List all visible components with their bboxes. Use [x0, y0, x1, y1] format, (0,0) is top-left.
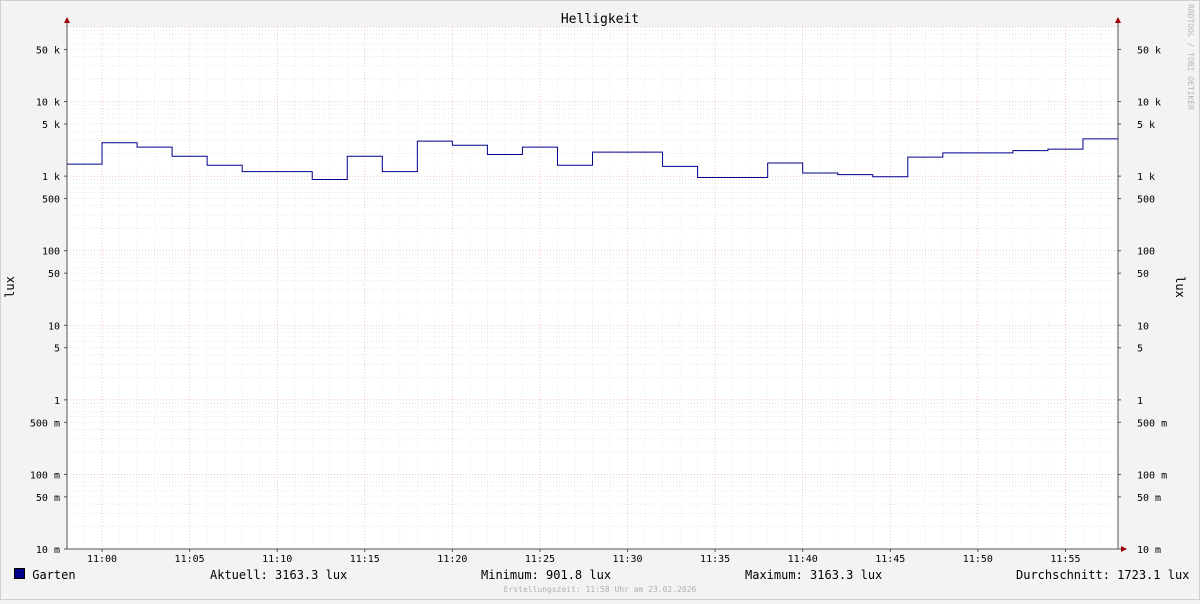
y-tick-label-right: 50 — [1137, 269, 1149, 280]
x-tick-label: 11:40 — [788, 554, 818, 565]
y-tick-label-right: 500 m — [1137, 418, 1167, 429]
legend-maximum: Maximum: 3163.3 lux — [745, 568, 883, 582]
x-tick-label: 11:10 — [262, 554, 292, 565]
legend-minimum: Minimum: 901.8 lux — [481, 568, 612, 582]
y-tick-label-right: 100 m — [1137, 470, 1167, 481]
x-tick-label: 11:25 — [525, 554, 555, 565]
y-tick-label-right: 5 k — [1137, 120, 1155, 131]
x-tick-label: 11:30 — [612, 554, 642, 565]
creation-time: Erstellungszeit: 11:58 Uhr am 23.02.2026 — [503, 585, 697, 594]
y-tick-label-right: 100 — [1137, 247, 1155, 258]
y-tick-label-left: 50 k — [36, 45, 60, 56]
y-tick-label-right: 500 — [1137, 195, 1155, 206]
x-tick-label: 11:50 — [963, 554, 993, 565]
y-tick-label-left: 10 k — [36, 98, 60, 109]
y-tick-label-left: 10 — [48, 321, 60, 332]
y-tick-label-right: 1 k — [1137, 172, 1155, 183]
y-tick-label-left: 10 m — [36, 545, 60, 556]
x-tick-label: 11:20 — [437, 554, 467, 565]
y-tick-label-right: 1 — [1137, 396, 1143, 407]
y-tick-label-left: 100 — [42, 247, 60, 258]
y-tick-label-left: 1 — [54, 396, 60, 407]
y-tick-label-left: 1 k — [42, 172, 60, 183]
y-tick-label-left: 100 m — [30, 470, 60, 481]
x-tick-label: 11:00 — [87, 554, 117, 565]
chart-panel: 50 k 50 k 10 k 10 k 5 k 5 k 1 k 1 k 500 500 100 100… — [0, 0, 1200, 600]
y-axis-label-right: lux — [1173, 276, 1187, 298]
y-tick-label-left: 500 m — [30, 418, 60, 429]
chart-title: Helligkeit — [561, 12, 639, 27]
y-axis-label-left: lux — [3, 276, 17, 298]
y-tick-label-left: 50 m — [36, 493, 60, 504]
y-tick-label-right: 10 m — [1137, 545, 1161, 556]
legend-average: Durchschnitt: 1723.1 lux — [1016, 568, 1190, 582]
y-tick-label-right: 50 m — [1137, 493, 1161, 504]
legend-item-garten: Garten — [14, 568, 76, 582]
x-tick-label: 11:15 — [350, 554, 380, 565]
y-tick-label-right: 5 — [1137, 344, 1143, 355]
watermark: RRDTOOL / TOBI OETIKER — [1186, 4, 1195, 110]
chart-svg: 50 k 50 k 10 k 10 k 5 k 5 k 1 k 1 k 500 500 100 100… — [0, 0, 1200, 600]
x-tick-label: 11:35 — [700, 554, 730, 565]
y-tick-label-left: 50 — [48, 269, 60, 280]
y-tick-label-left: 5 — [54, 344, 60, 355]
legend-swatch — [14, 568, 25, 579]
legend-current: Aktuell: 3163.3 lux — [210, 568, 348, 582]
y-tick-label-right: 10 — [1137, 321, 1149, 332]
x-tick-label: 11:55 — [1050, 554, 1080, 565]
legend-series-name: Garten — [32, 568, 76, 582]
legend: Garten Aktuell: 3163.3 lux Minimum: 901.… — [0, 568, 1200, 584]
y-tick-label-left: 500 — [42, 195, 60, 206]
x-tick-label: 11:05 — [175, 554, 205, 565]
y-tick-label-left: 5 k — [42, 120, 60, 131]
y-tick-label-right: 10 k — [1137, 98, 1161, 109]
y-tick-label-right: 50 k — [1137, 45, 1161, 56]
x-tick-label: 11:45 — [875, 554, 905, 565]
